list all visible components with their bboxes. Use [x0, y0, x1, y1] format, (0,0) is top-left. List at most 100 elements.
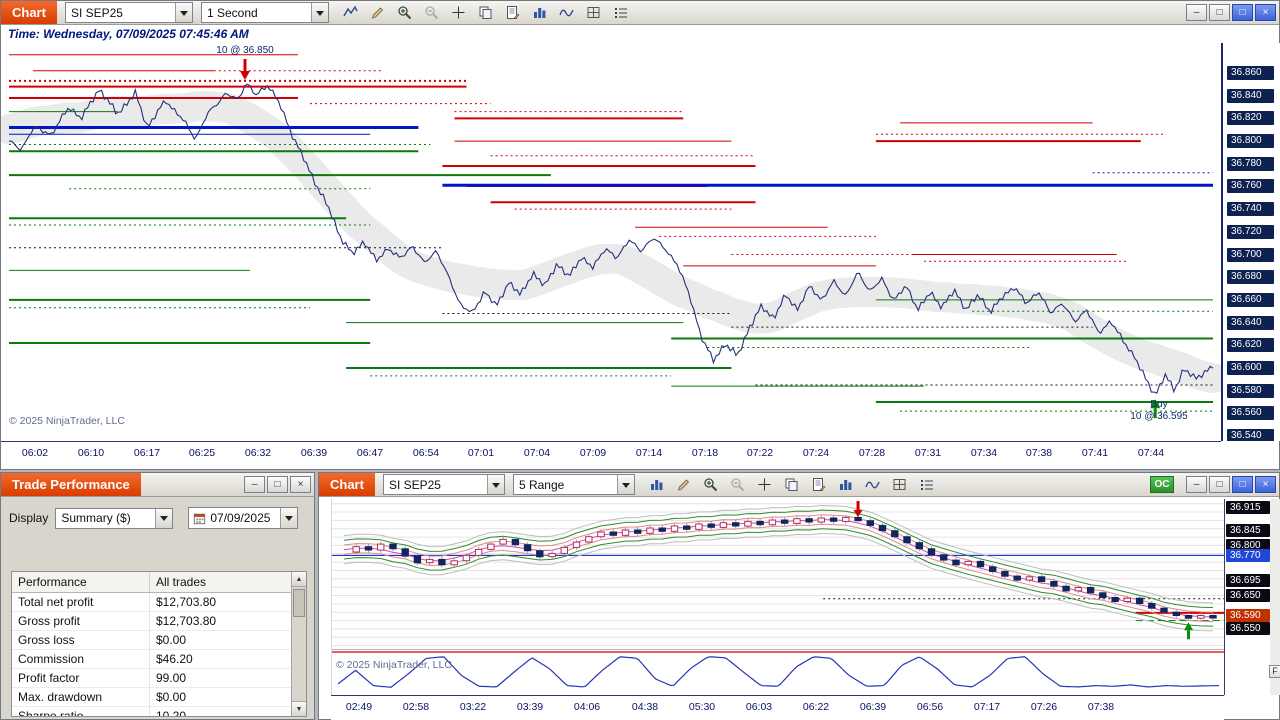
chevron-down-icon[interactable] — [616, 475, 634, 494]
chart-style-icon[interactable] — [339, 3, 363, 23]
zoom-in-icon[interactable] — [393, 3, 417, 23]
close-button[interactable]: × — [1255, 4, 1276, 21]
chart-window-tab[interactable]: Chart — [319, 473, 375, 496]
price-axis-tag: 36.770 — [1226, 549, 1270, 562]
time-axis-label: 07:38 — [1025, 447, 1053, 459]
minimize-button[interactable]: – — [244, 476, 265, 493]
range-chart-canvas — [332, 501, 1224, 688]
crosshair-icon[interactable] — [447, 3, 471, 23]
time-axis-label: 06:54 — [412, 447, 440, 459]
price-chart-plot[interactable]: 10 @ 36.850 Buy 10 @ 36.595 © 2025 Ninja… — [1, 43, 1221, 441]
chevron-down-icon[interactable] — [174, 3, 192, 22]
metric-name: Profit factor — [12, 669, 150, 687]
chart-trader-icon[interactable] — [807, 475, 831, 495]
interval-dropdown[interactable]: 1 Second — [200, 2, 329, 23]
properties-icon[interactable] — [609, 3, 633, 23]
time-axis[interactable]: 02:49 02:58 03:22 03:39 04:06 04:38 05:30 06:03… — [331, 695, 1224, 720]
time-axis-label: 07:34 — [970, 447, 998, 459]
scroll-up-icon[interactable]: ▲ — [292, 572, 306, 587]
sell-marker-label: 10 @ 36.850 — [216, 45, 274, 56]
bottom-chart-titlebar: Chart SI SEP25 5 Range OC – □ □ × — [319, 473, 1279, 497]
instrument-dropdown[interactable]: SI SEP25 — [64, 2, 193, 23]
table-row[interactable]: Sharpe ratio 10.20 — [12, 707, 291, 717]
time-axis-label: 06:22 — [802, 701, 830, 713]
chevron-down-icon[interactable] — [280, 508, 298, 528]
scroll-down-icon[interactable]: ▼ — [292, 701, 306, 716]
indicators-icon[interactable] — [861, 475, 885, 495]
bottom-chart-window: Chart SI SEP25 5 Range OC – □ □ × © 2025 Ni… — [318, 472, 1280, 720]
zoom-out-icon[interactable] — [726, 475, 750, 495]
date-picker[interactable]: 07/09/2025 — [188, 507, 299, 529]
chart-toolbar — [645, 475, 939, 495]
instrument-dropdown[interactable]: SI SEP25 — [382, 474, 505, 495]
restore-button[interactable]: □ — [1209, 4, 1230, 21]
price-axis[interactable]: 36.860 36.840 36.820 36.800 36.780 36.760 36.7… — [1221, 43, 1280, 441]
date-value: 07/09/2025 — [210, 511, 271, 525]
calendar-icon — [194, 513, 206, 524]
price-axis-label: 36.600 — [1227, 361, 1274, 375]
range-chart-plot[interactable]: © 2025 NinjaTrader, LLC — [331, 499, 1224, 695]
display-dropdown[interactable]: Summary ($) — [55, 507, 174, 529]
price-axis[interactable]: 36.915 36.845 36.800 36.770 36.695 36.650 36.5… — [1224, 499, 1270, 695]
strategies-icon[interactable] — [888, 475, 912, 495]
table-header: Performance All trades — [12, 572, 291, 593]
table-row[interactable]: Commission $46.20 — [12, 650, 291, 669]
close-button[interactable]: × — [290, 476, 311, 493]
price-axis-label: 36.760 — [1227, 179, 1274, 193]
table-row[interactable]: Max. drawdown $0.00 — [12, 688, 291, 707]
chart-window-tab[interactable]: Chart — [1, 1, 57, 24]
fit-scale-button[interactable]: F — [1269, 665, 1280, 678]
time-axis-label: 07:22 — [746, 447, 774, 459]
time-axis-label: 03:39 — [516, 701, 544, 713]
table-scrollbar[interactable]: ▲ ▼ — [291, 572, 306, 716]
metric-value: $0.00 — [156, 633, 187, 647]
drawing-tools-icon[interactable] — [672, 475, 696, 495]
column-header-performance[interactable]: Performance — [12, 572, 150, 592]
time-axis-label: 02:49 — [345, 701, 373, 713]
time-axis-label: 07:01 — [467, 447, 495, 459]
scrollbar-thumb[interactable] — [293, 589, 305, 617]
restore-button[interactable]: □ — [1209, 476, 1230, 493]
table-row[interactable]: Profit factor 99.00 — [12, 669, 291, 688]
crosshair-icon[interactable] — [753, 475, 777, 495]
zoom-in-icon[interactable] — [699, 475, 723, 495]
chevron-down-icon[interactable] — [486, 475, 504, 494]
time-axis[interactable]: 06:02 06:10 06:17 06:25 06:32 06:39 06:47 06:54… — [1, 441, 1221, 469]
time-axis-label: 06:39 — [859, 701, 887, 713]
metric-value: 10.20 — [156, 709, 187, 717]
copy-icon[interactable] — [474, 3, 498, 23]
copy-icon[interactable] — [780, 475, 804, 495]
table-row[interactable]: Gross loss $0.00 — [12, 631, 291, 650]
chevron-down-icon[interactable] — [310, 3, 328, 22]
data-box-icon[interactable] — [528, 3, 552, 23]
price-axis-label: 36.540 — [1227, 429, 1274, 441]
chevron-down-icon[interactable] — [155, 508, 173, 528]
zoom-out-icon[interactable] — [420, 3, 444, 23]
window-controls: – □ □ × — [1186, 476, 1279, 493]
restore-button[interactable]: □ — [267, 476, 288, 493]
maximize-button[interactable]: □ — [1232, 4, 1253, 21]
display-label: Display — [9, 511, 49, 525]
table-row[interactable]: Total net profit $12,703.80 — [12, 593, 291, 612]
price-axis-tag: 36.845 — [1226, 524, 1270, 537]
maximize-button[interactable]: □ — [1232, 476, 1253, 493]
properties-icon[interactable] — [915, 475, 939, 495]
data-box-icon[interactable] — [834, 475, 858, 495]
interval-dropdown[interactable]: 5 Range — [512, 474, 635, 495]
minimize-button[interactable]: – — [1186, 4, 1207, 21]
strategies-icon[interactable] — [582, 3, 606, 23]
performance-table: Performance All trades Total net profit $… — [11, 571, 307, 717]
chart-trader-icon[interactable] — [501, 3, 525, 23]
column-header-all-trades[interactable]: All trades — [150, 572, 291, 592]
indicators-icon[interactable] — [555, 3, 579, 23]
trade-performance-tab[interactable]: Trade Performance — [1, 473, 141, 496]
close-button[interactable]: × — [1255, 476, 1276, 493]
time-axis-label: 07:38 — [1087, 701, 1115, 713]
oc-button[interactable]: OC — [1150, 476, 1174, 493]
drawing-tools-icon[interactable] — [366, 3, 390, 23]
table-row[interactable]: Gross profit $12,703.80 — [12, 612, 291, 631]
price-axis-label: 36.560 — [1227, 406, 1274, 420]
bar-style-icon[interactable] — [645, 475, 669, 495]
price-chart-canvas — [1, 54, 1221, 419]
minimize-button[interactable]: – — [1186, 476, 1207, 493]
